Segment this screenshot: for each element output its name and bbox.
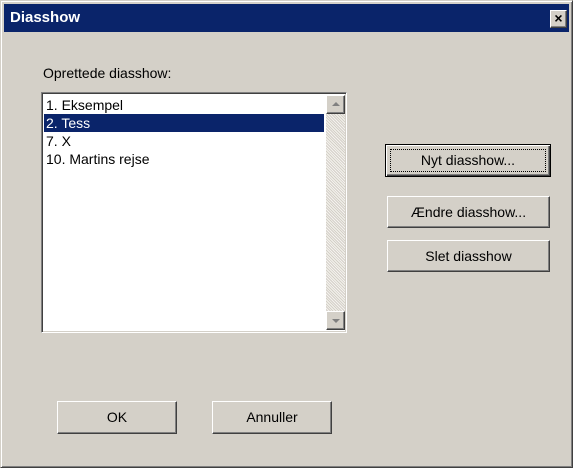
list-items: 1. Eksempel 2. Tess 7. X 10. Martins rej… [44,96,324,168]
diasshow-listbox[interactable]: 1. Eksempel 2. Tess 7. X 10. Martins rej… [41,92,347,333]
list-item-1[interactable]: 1. Eksempel [44,96,324,114]
vertical-scrollbar[interactable] [326,95,345,330]
delete-diasshow-button[interactable]: Slet diasshow [387,240,550,272]
arrow-up-icon [332,102,340,106]
list-item-3[interactable]: 7. X [44,132,324,150]
scroll-up-button[interactable] [326,95,345,114]
cancel-button[interactable]: Annuller [212,401,332,434]
edit-diasshow-button[interactable]: Ændre diasshow... [387,196,550,228]
list-label: Oprettede diasshow: [43,65,172,81]
list-item-4[interactable]: 10. Martins rejse [44,150,324,168]
ok-button[interactable]: OK [57,401,177,434]
list-item-2[interactable]: 2. Tess [44,114,324,132]
close-icon: × [554,10,563,26]
scroll-down-button[interactable] [326,311,345,330]
window-title: Diasshow [10,9,81,26]
close-button[interactable]: × [550,10,567,28]
new-diasshow-button[interactable]: Nyt diasshow... [385,144,551,177]
arrow-down-icon [332,319,340,323]
title-bar[interactable]: Diasshow × [4,4,569,32]
diasshow-dialog: Diasshow × Oprettede diasshow: 1. Eksemp… [0,0,573,468]
